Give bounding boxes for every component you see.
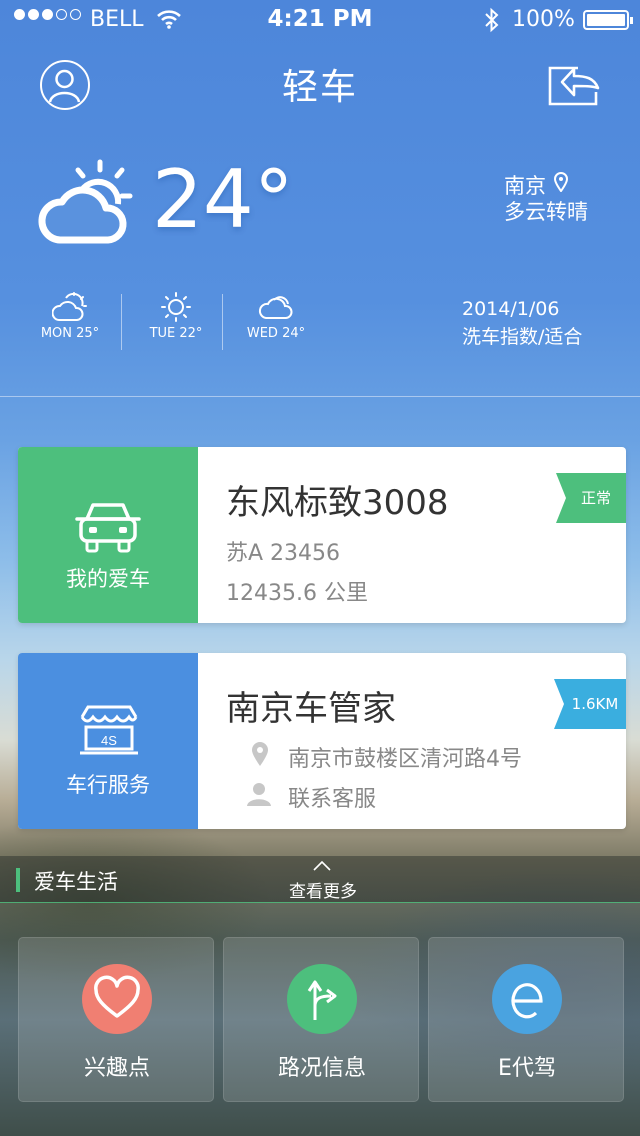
sun-icon: [161, 292, 191, 322]
section-title: 爱车生活: [34, 870, 118, 894]
weather-condition: 多云转晴: [504, 200, 588, 224]
section-accent: [16, 868, 20, 892]
view-more-button[interactable]: 查看更多: [288, 877, 358, 902]
divider: [121, 294, 122, 350]
partly-cloudy-icon: [38, 159, 133, 244]
user-icon: [247, 783, 271, 806]
tile-label: 兴趣点: [83, 1056, 150, 1081]
tile-label: 路况信息: [277, 1056, 366, 1081]
car-wash-index: 洗车指数/适合: [462, 326, 583, 348]
cloud-icon: [258, 296, 293, 319]
bluetooth-icon: [485, 7, 499, 33]
battery-percent: 100%: [512, 7, 575, 32]
forecast-day: TUE 22°: [126, 292, 226, 341]
service-name: 南京车管家: [226, 689, 396, 729]
divider: [0, 396, 640, 397]
location-pin-icon: [554, 172, 568, 192]
date-text: 2014/1/06: [462, 298, 560, 320]
tile-points-of-interest[interactable]: 兴趣点: [18, 937, 214, 1102]
location-pin-icon: [252, 742, 268, 766]
divider: [222, 294, 223, 350]
forecast-day: MON 25°: [20, 292, 120, 341]
my-car-label: 我的爱车: [66, 567, 150, 591]
page-title: 轻车: [281, 67, 358, 108]
distance-badge: 1.6KM: [554, 679, 626, 729]
status-bar: BELL 4:21 PM 100%: [0, 0, 640, 40]
current-temperature: 24°: [152, 153, 294, 246]
contact-support-link[interactable]: 联系客服: [288, 781, 376, 813]
e-icon: [492, 964, 562, 1034]
badge-4s: 4S: [101, 733, 117, 748]
service-address: 南京市鼓楼区清河路4号: [288, 747, 522, 772]
car-status-badge: 正常: [556, 473, 626, 523]
tile-label: E代驾: [498, 1056, 556, 1081]
partly-cloudy-icon: [52, 292, 87, 321]
forecast-label: MON 25°: [40, 326, 100, 341]
car-service-panel[interactable]: 4S 车行服务: [18, 653, 198, 829]
license-plate: 苏A 23456: [226, 541, 341, 566]
divider: [0, 902, 640, 903]
mileage: 12435.6 公里: [226, 581, 368, 606]
forecast-label: TUE 22°: [149, 326, 203, 341]
my-car-card[interactable]: 我的爱车 东风标致3008 苏A 23456 12435.6 公里 正常: [18, 447, 626, 623]
battery-icon: [583, 10, 633, 30]
car-service-card[interactable]: 4S 车行服务 南京车管家 南京市鼓楼区清河路4号 联系客服 1.6KM: [18, 653, 626, 829]
store-4s-icon: 4S: [80, 705, 138, 755]
forecast-day: WED 24°: [226, 292, 326, 341]
heart-icon: [82, 964, 152, 1034]
car-model: 东风标致3008: [226, 483, 449, 523]
chevron-up-icon: [313, 861, 331, 871]
forecast-label: WED 24°: [246, 326, 306, 341]
tile-e-driver[interactable]: E代驾: [428, 937, 624, 1102]
share-exit-button[interactable]: [548, 64, 600, 108]
route-icon: [287, 964, 357, 1034]
my-car-panel[interactable]: 我的爱车: [18, 447, 198, 623]
car-icon: [75, 503, 141, 553]
car-service-label: 车行服务: [66, 773, 150, 797]
tile-traffic-info[interactable]: 路况信息: [223, 937, 419, 1102]
